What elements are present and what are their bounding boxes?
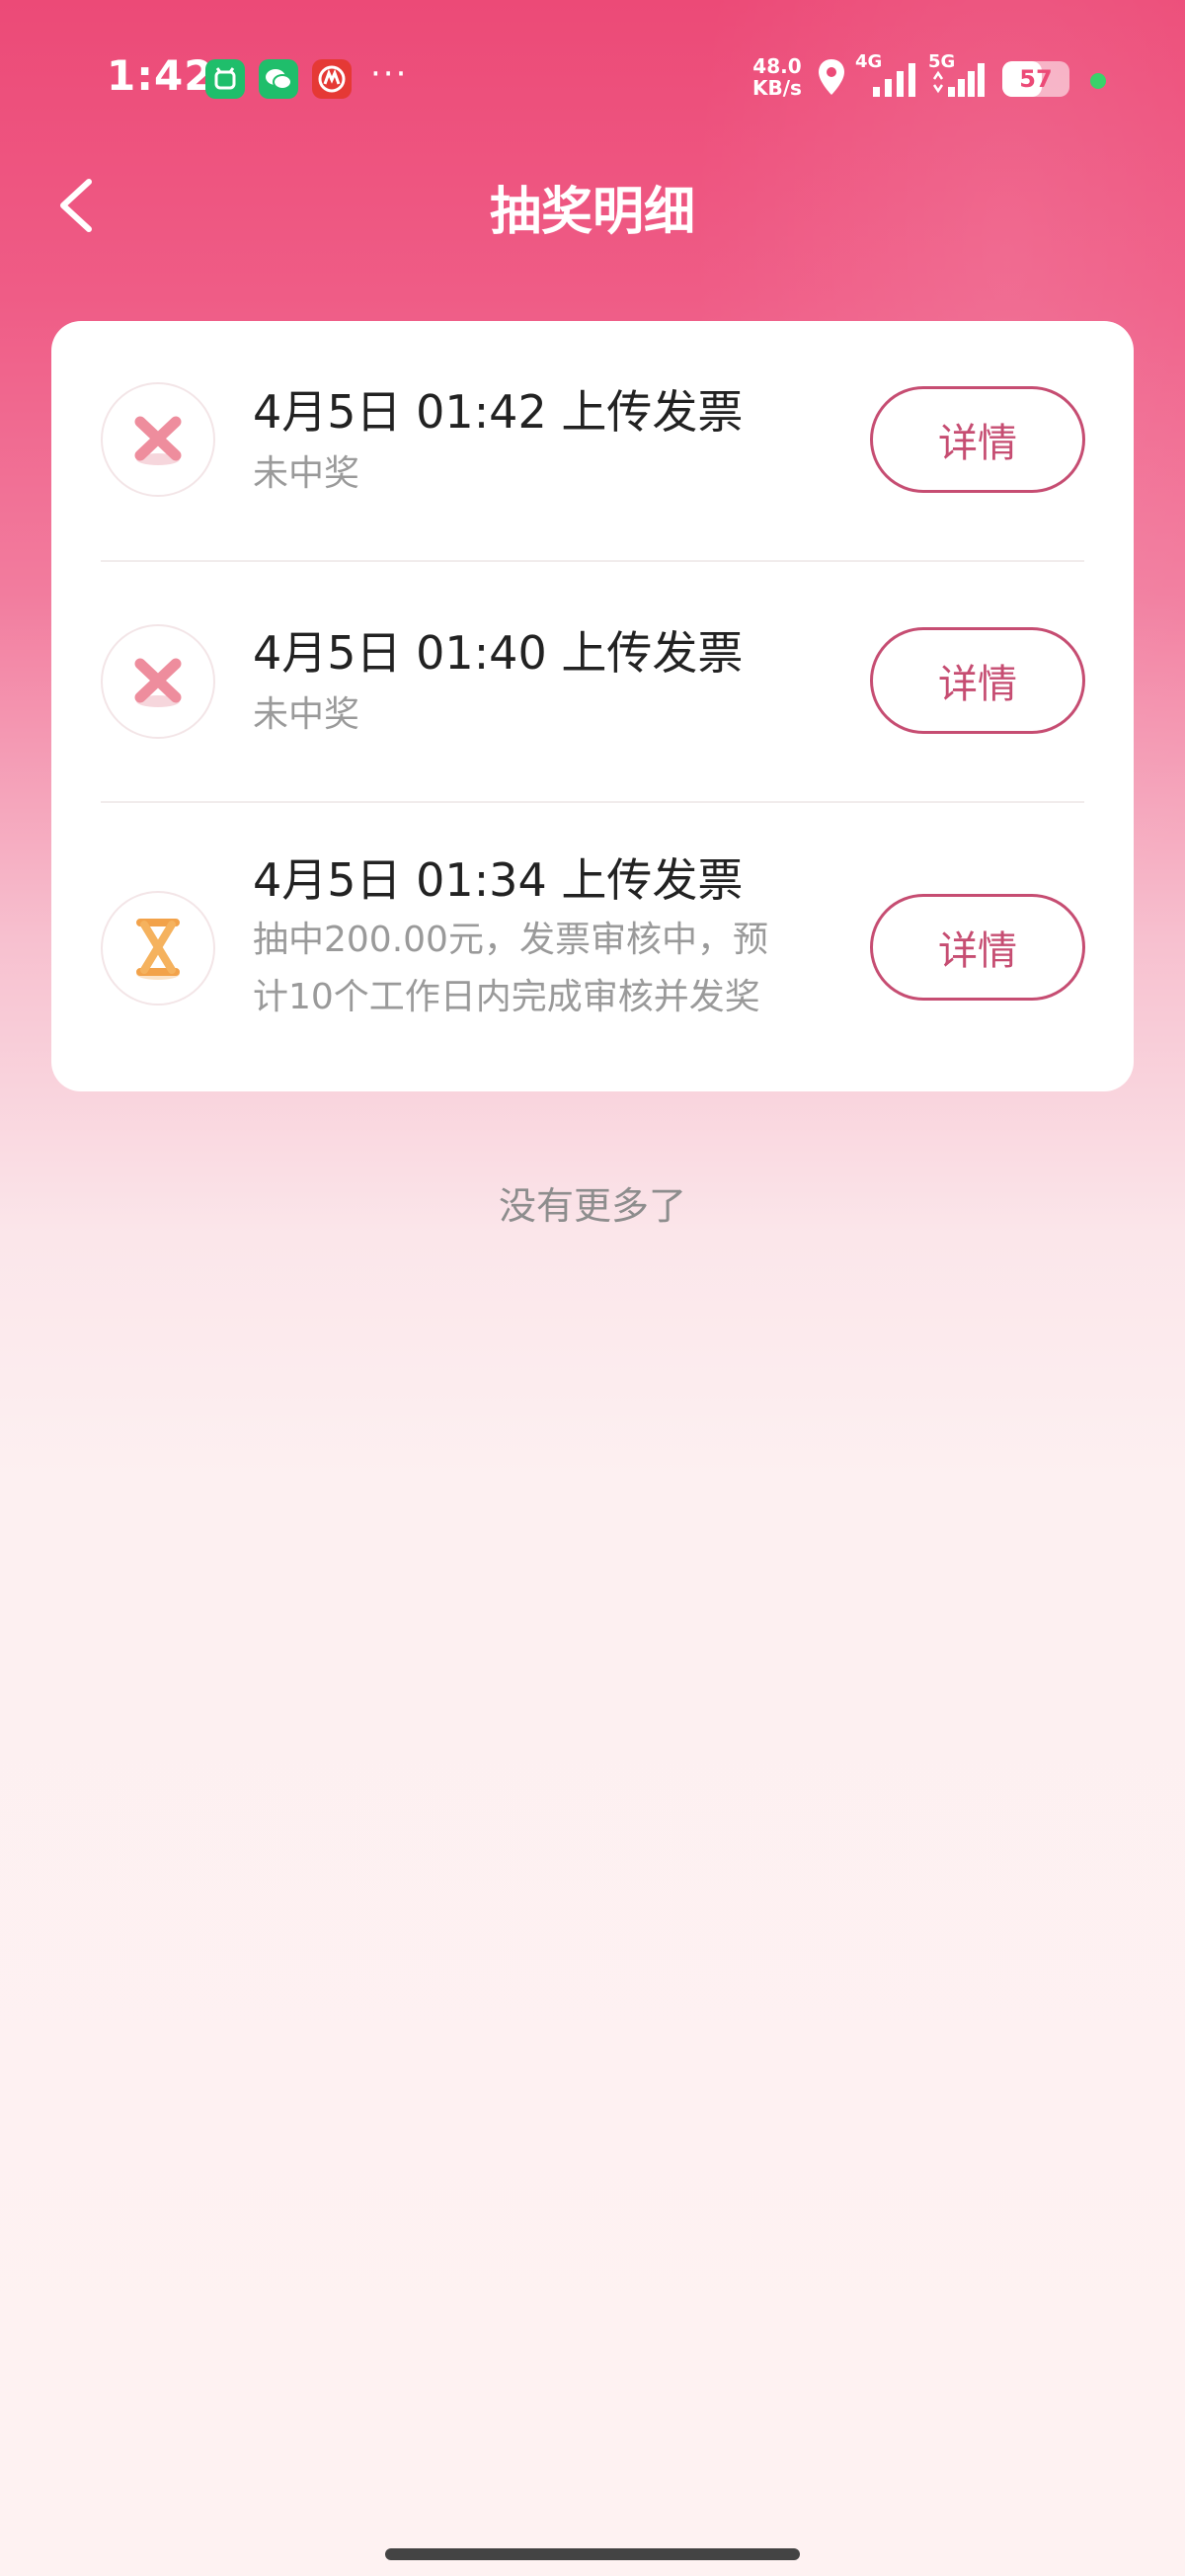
wechat-icon bbox=[259, 59, 298, 99]
page-title: 抽奖明细 bbox=[489, 183, 695, 242]
hourglass-icon bbox=[101, 891, 215, 1006]
no-more-text: 没有更多了 bbox=[498, 1184, 686, 1228]
x-icon bbox=[101, 382, 215, 497]
cmb-bank-icon bbox=[312, 59, 352, 99]
record-title: 4月5日 01:34 上传发票 bbox=[253, 853, 744, 907]
battery-icon: 57 bbox=[1002, 61, 1069, 97]
record-status-line2: 计10个工作日内完成审核并发奖 bbox=[253, 977, 760, 1017]
list-item: 4月5日 01:40 上传发票 未中奖 详情 bbox=[51, 562, 1134, 803]
status-bar: 1:42 ··· 48.0 KB/s 4G 5G 57 bbox=[0, 0, 1185, 158]
lottery-record-list: 4月5日 01:42 上传发票 未中奖 详情 4月5日 01:40 上传发票 未… bbox=[51, 321, 1134, 1091]
record-status: 未中奖 bbox=[253, 453, 360, 494]
net-speed-unit: KB/s bbox=[752, 76, 802, 100]
privacy-indicator-icon bbox=[1090, 73, 1106, 89]
record-status-line1: 抽中200.00元，发票审核中，预 bbox=[253, 920, 768, 960]
signal-4g-icon bbox=[873, 63, 915, 97]
detail-button[interactable]: 详情 bbox=[870, 386, 1085, 493]
record-title: 4月5日 01:42 上传发票 bbox=[253, 385, 744, 439]
more-notifications-icon: ··· bbox=[370, 54, 409, 94]
detail-button[interactable]: 详情 bbox=[870, 894, 1085, 1001]
signal-5g-icon bbox=[932, 63, 985, 97]
location-icon bbox=[819, 59, 844, 95]
record-status: 未中奖 bbox=[253, 694, 360, 735]
list-item: 4月5日 01:34 上传发票 抽中200.00元，发票审核中，预 计10个工作… bbox=[51, 803, 1134, 1091]
list-item: 4月5日 01:42 上传发票 未中奖 详情 bbox=[51, 321, 1134, 562]
record-title: 4月5日 01:40 上传发票 bbox=[253, 626, 744, 680]
battery-level: 57 bbox=[1019, 65, 1053, 93]
x-icon bbox=[101, 624, 215, 739]
detail-button[interactable]: 详情 bbox=[870, 627, 1085, 734]
net-speed-value: 48.0 bbox=[752, 54, 802, 78]
mi-app-icon bbox=[205, 59, 245, 99]
status-time: 1:42 bbox=[107, 51, 214, 100]
net-speed: 48.0 KB/s bbox=[752, 55, 802, 99]
home-indicator[interactable] bbox=[385, 2548, 800, 2560]
